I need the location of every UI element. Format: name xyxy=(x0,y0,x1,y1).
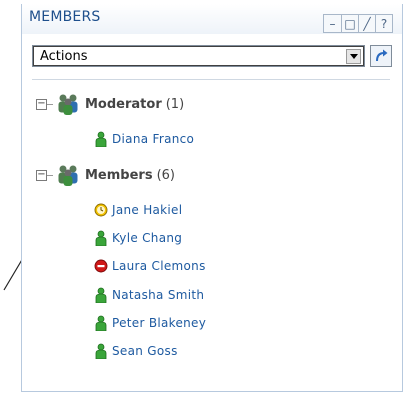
panel-title: MEMBERS xyxy=(29,9,101,25)
member-name[interactable]: Natasha Smith xyxy=(112,288,204,302)
actions-dropdown[interactable]: Actions xyxy=(32,45,365,67)
collapse-toggle-icon[interactable]: − xyxy=(36,98,47,110)
user-online-icon xyxy=(95,315,107,331)
go-arrow-icon xyxy=(376,49,388,62)
member-name[interactable]: Kyle Chang xyxy=(112,231,182,245)
user-online-icon xyxy=(95,131,107,147)
window-controls: – □ ╱ ? xyxy=(323,14,393,33)
tree-connector xyxy=(47,103,53,105)
group-count: (6) xyxy=(156,167,175,183)
group-moderator[interactable]: − Moderator (1) xyxy=(36,92,184,116)
user-online-icon xyxy=(95,343,107,359)
go-button[interactable] xyxy=(370,45,392,67)
member-name[interactable]: Peter Blakeney xyxy=(112,316,206,330)
group-members[interactable]: − Members (6) xyxy=(36,163,175,187)
member-item[interactable]: Jane Hakiel xyxy=(94,200,182,220)
actions-selected-value: Actions xyxy=(40,49,88,64)
member-item[interactable]: Laura Clemons xyxy=(94,256,206,276)
minimize-button[interactable]: – xyxy=(324,15,341,32)
maximize-button[interactable]: □ xyxy=(341,15,358,32)
member-name[interactable]: Jane Hakiel xyxy=(112,203,182,217)
group-people-icon xyxy=(58,165,78,186)
member-item[interactable]: Diana Franco xyxy=(94,129,194,149)
group-people-icon xyxy=(58,94,78,115)
member-item[interactable]: Natasha Smith xyxy=(94,285,204,305)
group-name: Moderator xyxy=(85,96,162,112)
member-name[interactable]: Sean Goss xyxy=(112,344,178,358)
member-item[interactable]: Peter Blakeney xyxy=(94,313,206,333)
divider xyxy=(32,79,390,80)
member-name[interactable]: Diana Franco xyxy=(112,132,194,146)
user-online-icon xyxy=(95,230,107,246)
member-item[interactable]: Sean Goss xyxy=(94,341,178,361)
group-name: Members xyxy=(85,167,153,183)
group-count: (1) xyxy=(165,96,185,112)
member-name[interactable]: Laura Clemons xyxy=(112,259,206,273)
actions-select[interactable]: Actions xyxy=(33,46,364,66)
collapse-toggle-icon[interactable]: − xyxy=(36,169,47,181)
tree-connector xyxy=(47,174,53,176)
members-panel: MEMBERS – □ ╱ ? Actions − Moderator (1) … xyxy=(21,4,403,392)
user-busy-icon xyxy=(94,259,108,273)
edit-button[interactable]: ╱ xyxy=(358,15,375,32)
member-item[interactable]: Kyle Chang xyxy=(94,228,182,248)
dropdown-arrow-icon[interactable] xyxy=(346,49,361,64)
user-away-icon xyxy=(94,203,108,217)
panel-header: MEMBERS – □ ╱ ? xyxy=(22,4,402,34)
help-button[interactable]: ? xyxy=(375,15,392,32)
user-online-icon xyxy=(95,287,107,303)
